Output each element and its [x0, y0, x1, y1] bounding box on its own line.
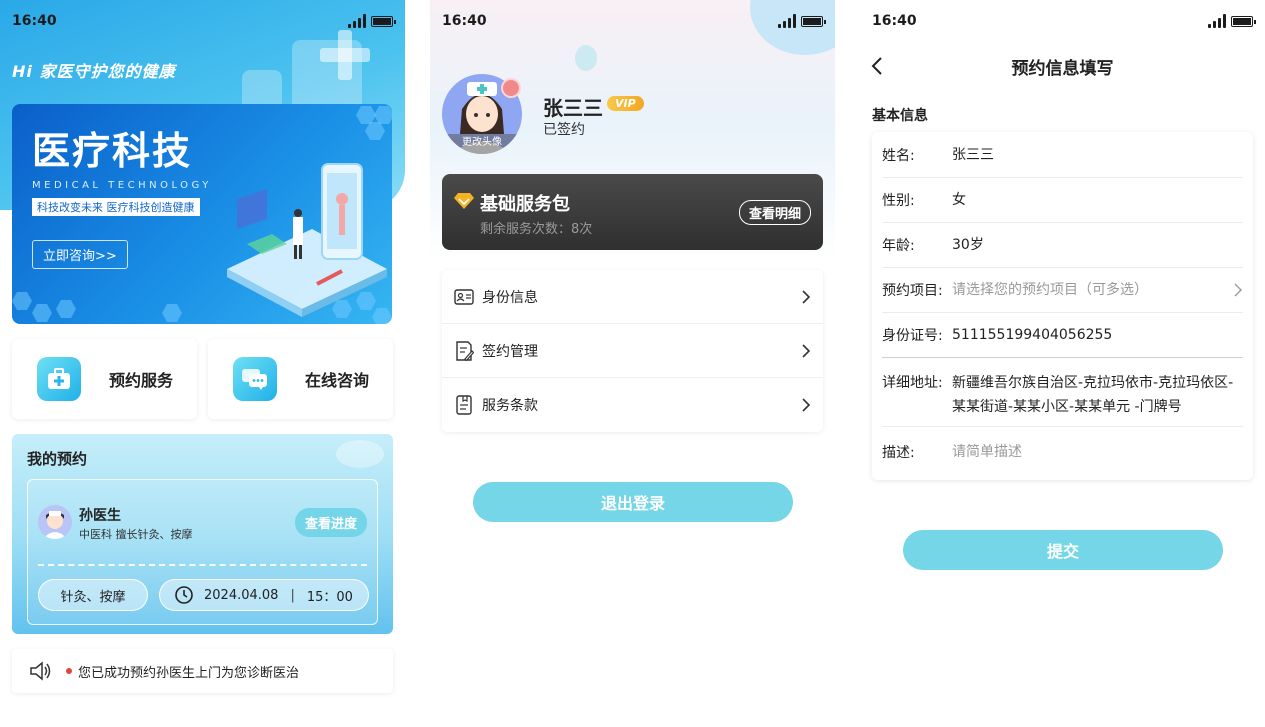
menu-item-contract[interactable]: 签约管理	[442, 324, 823, 378]
consult-now-button[interactable]: 立即咨询>>	[32, 240, 128, 269]
banner-tagline: 科技改变未来 医疗科技创造健康	[32, 198, 200, 216]
appointment-section-title: 我的预约	[27, 450, 88, 468]
gender-value: 女	[952, 192, 966, 208]
home-screen: 16:40 Hi 家医守护您的健康 医疗科技 MEDICAL TECHNOLOG…	[0, 0, 405, 727]
speaker-icon	[30, 661, 51, 681]
project-placeholder: 请选择您的预约项目（可多选）	[952, 282, 1148, 298]
profile-screen: 16:40 更改头像 张三三 VIP 已签约 基础服务包 剩余服务次数：8次 查…	[430, 0, 835, 727]
field-id-number[interactable]: 身份证号: 511155199404056255	[882, 313, 1243, 358]
document-icon	[456, 395, 472, 415]
battery-icon	[371, 15, 396, 27]
field-label: 预约项目:	[882, 283, 943, 299]
chat-watermark-icon	[336, 440, 384, 468]
field-label: 姓名:	[882, 147, 915, 164]
id-number-value: 511155199404056255	[952, 327, 1113, 343]
field-age[interactable]: 年龄: 30岁	[882, 223, 1243, 268]
field-description[interactable]: 描述: 请简单描述	[882, 427, 1243, 477]
status-bar: 16:40	[12, 10, 396, 32]
menu-item-terms[interactable]: 服务条款	[442, 378, 823, 432]
section-title: 基本信息	[872, 108, 928, 124]
medical-technology-illustration	[227, 163, 387, 317]
page-title: 预约信息填写	[1011, 59, 1114, 79]
name-value: 张三三	[952, 146, 994, 163]
nav-header: 预约信息填写	[860, 50, 1265, 84]
doctor-name: 孙医生	[79, 508, 121, 524]
vip-badge: VIP	[607, 96, 644, 111]
medical-cross-icon	[320, 30, 370, 80]
profile-menu: 身份信息 签约管理 服务条款	[442, 270, 823, 432]
chevron-right-icon	[802, 289, 811, 304]
field-gender[interactable]: 性别: 女	[882, 178, 1243, 223]
appointment-time: 15：00	[306, 589, 353, 605]
online-consult-label: 在线咨询	[305, 371, 370, 390]
unread-dot	[66, 668, 72, 674]
menu-item-identity[interactable]: 身份信息	[442, 270, 823, 324]
field-address[interactable]: 详细地址: 新疆维吾尔族自治区-克拉玛依市-克拉玛依区-某某街道-某某小区-某某…	[882, 358, 1243, 427]
appointment-date: 2024.04.08	[204, 587, 279, 603]
divider	[38, 564, 367, 566]
promo-banner[interactable]: 医疗科技 MEDICAL TECHNOLOGY 科技改变未来 医疗科技创造健康 …	[12, 104, 392, 324]
service-tag: 针灸、按摩	[38, 579, 148, 611]
menu-label: 签约管理	[482, 343, 538, 360]
id-card-icon	[454, 288, 474, 305]
appointment-card[interactable]: 孙医生 中医科 擅长针灸、按摩 查看进度 针灸、按摩 2024.04.08 | …	[27, 479, 378, 625]
submit-button[interactable]: 提交	[903, 530, 1223, 570]
notice-bar[interactable]: 您已成功预约孙医生上门为您诊断医治	[12, 649, 393, 693]
logout-button[interactable]: 退出登录	[473, 482, 793, 522]
signal-icon	[348, 14, 366, 28]
status-time: 16:40	[12, 13, 57, 29]
my-appointment-panel: 我的预约 孙医生 中医科 擅长针灸、按摩 查看进度 针灸、按摩 2024.04.…	[12, 434, 393, 634]
status-bar: 16:40	[442, 10, 826, 32]
signal-icon	[778, 14, 796, 28]
battery-icon	[1231, 15, 1256, 27]
user-name: 张三三	[543, 96, 603, 120]
field-project-select[interactable]: 预约项目: 请选择您的预约项目（可多选）	[882, 268, 1243, 313]
description-placeholder: 请简单描述	[952, 444, 1022, 460]
doctor-avatar	[38, 505, 72, 539]
field-label: 年龄:	[882, 238, 915, 254]
field-label: 性别:	[882, 193, 915, 209]
status-bar: 16:40	[872, 10, 1256, 32]
package-title: 基础服务包	[480, 194, 570, 215]
diamond-icon	[454, 193, 474, 209]
battery-icon	[801, 15, 826, 27]
banner-title: 医疗科技	[32, 129, 193, 173]
view-details-button[interactable]: 查看明细	[738, 200, 811, 225]
age-value: 30岁	[952, 237, 984, 253]
view-progress-button[interactable]: 查看进度	[294, 508, 367, 537]
clock-icon	[175, 586, 193, 604]
sign-status: 已签约	[543, 122, 585, 138]
notice-text: 您已成功预约孙医生上门为您诊断医治	[78, 665, 300, 681]
chevron-right-icon	[802, 343, 811, 358]
slogan: Hi 家医守护您的健康	[12, 62, 176, 81]
contract-edit-icon	[456, 340, 474, 361]
search-badge-icon	[501, 78, 521, 98]
chevron-right-icon	[1234, 283, 1242, 297]
status-time: 16:40	[442, 13, 487, 29]
appointment-datetime: 2024.04.08 | 15：00	[159, 579, 369, 611]
field-label: 身份证号:	[882, 328, 943, 344]
chevron-right-icon	[802, 398, 811, 412]
booking-form: 姓名: 张三三 性别: 女 年龄: 30岁 预约项目: 请选择您的预约项目（可多…	[872, 132, 1253, 480]
address-value: 新疆维吾尔族自治区-克拉玛依市-克拉玛依区-某某街道-某某小区-某某单元 -门牌…	[952, 375, 1234, 415]
medical-kit-icon	[37, 357, 81, 401]
service-package-card: 基础服务包 剩余服务次数：8次 查看明细	[442, 174, 823, 250]
booking-service-label: 预约服务	[109, 371, 174, 390]
menu-label: 服务条款	[482, 398, 538, 414]
doctor-description: 中医科 擅长针灸、按摩	[79, 528, 193, 541]
signal-icon	[1208, 14, 1226, 28]
field-name[interactable]: 姓名: 张三三	[882, 132, 1243, 178]
chat-bubbles-icon	[233, 357, 277, 401]
banner-subtitle: MEDICAL TECHNOLOGY	[32, 180, 212, 191]
status-time: 16:40	[872, 13, 917, 29]
menu-label: 身份信息	[482, 289, 538, 306]
change-avatar-label[interactable]: 更改头像	[442, 134, 522, 154]
booking-service-card[interactable]: 预约服务	[12, 339, 197, 419]
package-remaining: 剩余服务次数：8次	[480, 222, 593, 237]
field-label: 描述:	[882, 445, 915, 461]
field-label: 详细地址:	[882, 375, 943, 391]
booking-form-screen: 16:40 预约信息填写 基本信息 姓名: 张三三 性别: 女 年龄: 30岁 …	[860, 0, 1265, 727]
online-consult-card[interactable]: 在线咨询	[208, 339, 393, 419]
